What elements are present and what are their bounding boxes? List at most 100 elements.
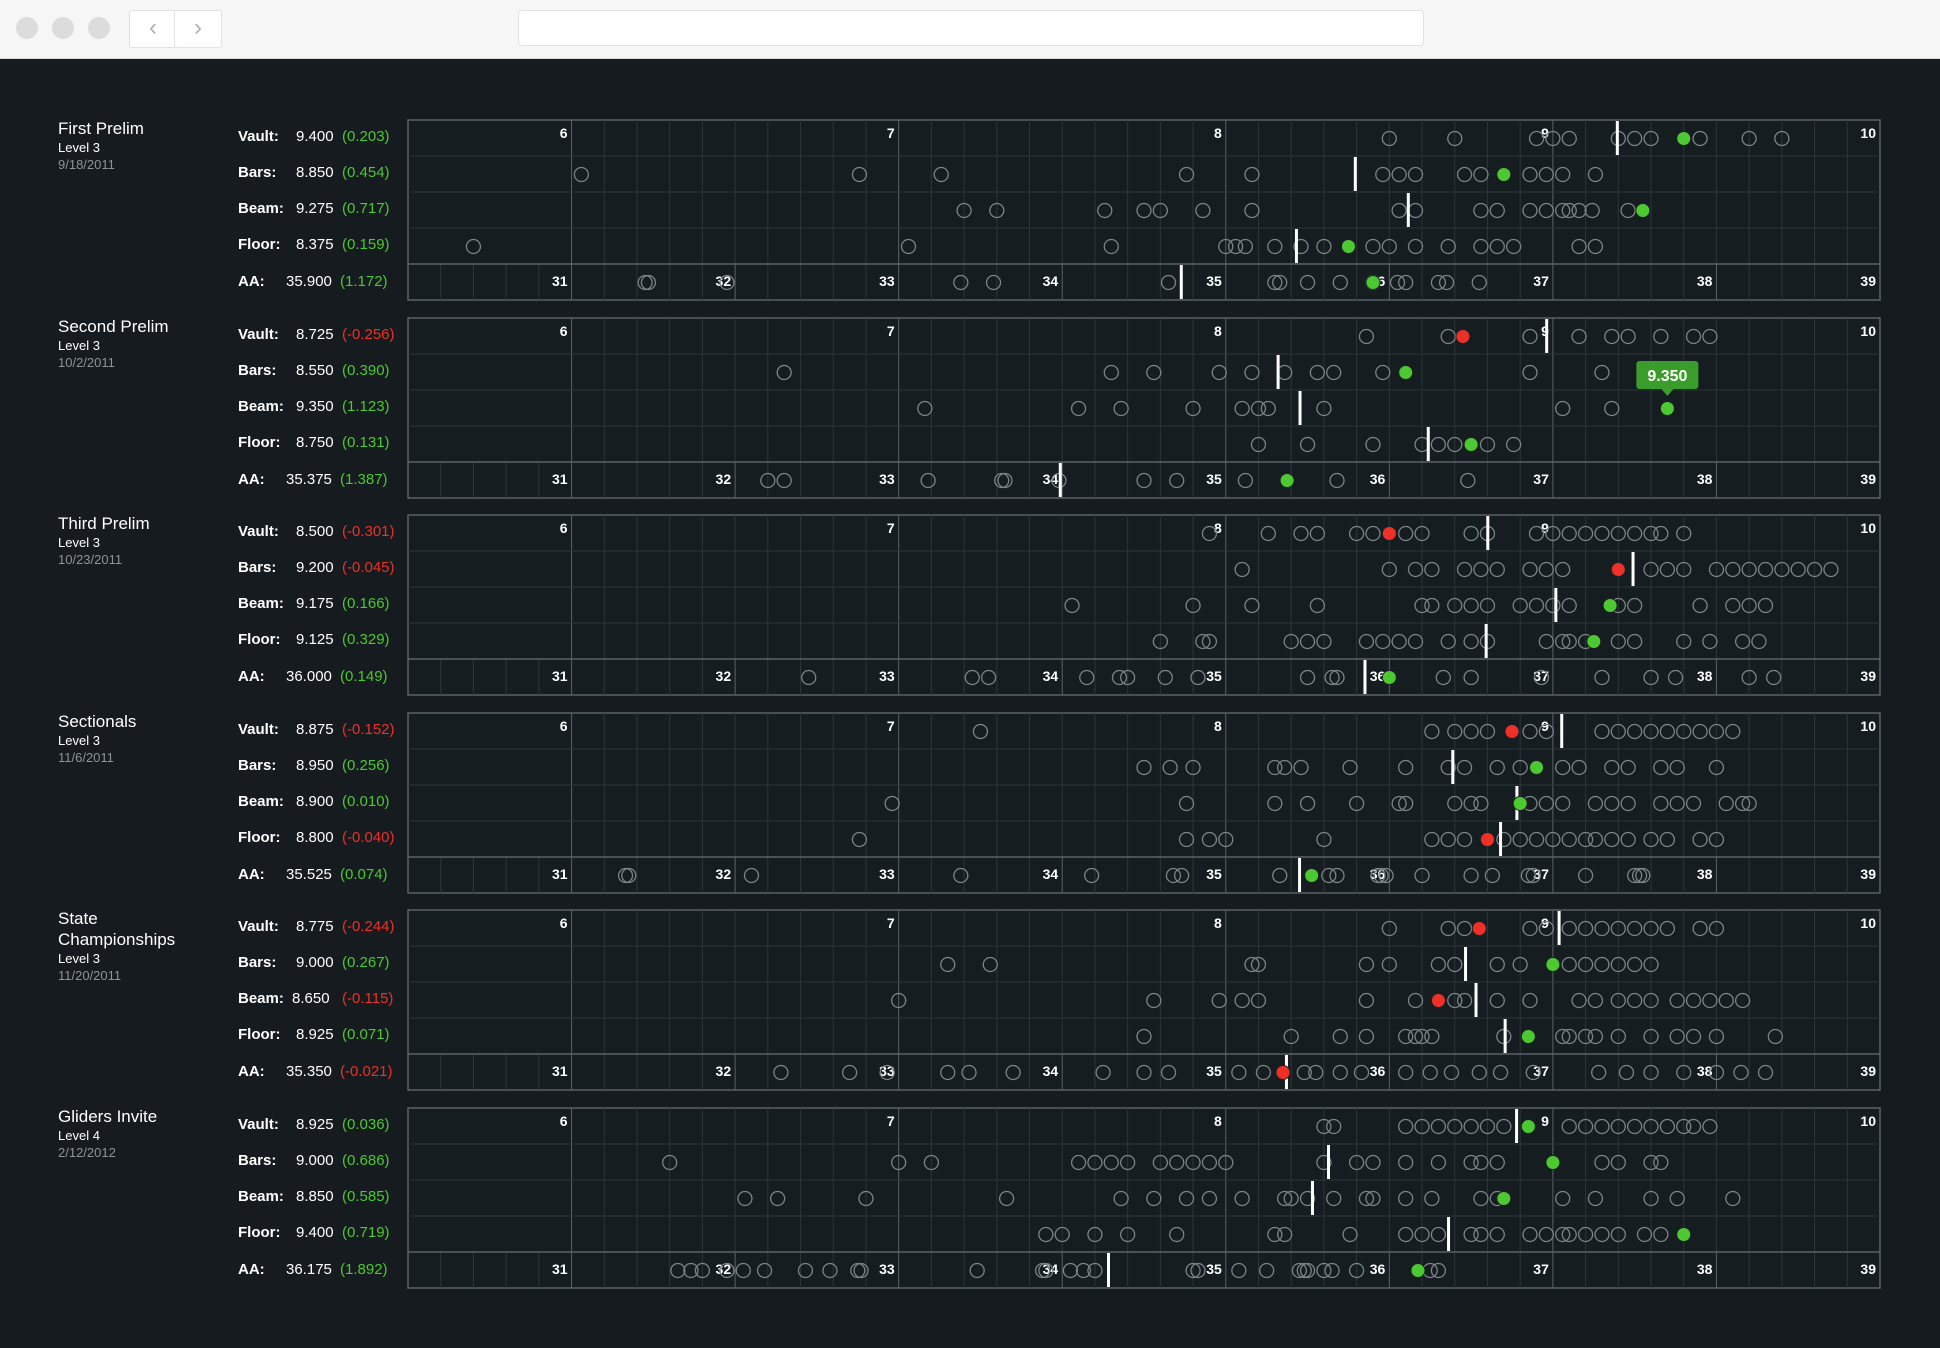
meet-score-plot: 678910313233343536373839 bbox=[407, 711, 1881, 894]
athlete-score-dot bbox=[1304, 867, 1320, 883]
event-tick-label: 6 bbox=[560, 718, 568, 734]
event-tick-label: 7 bbox=[887, 520, 895, 536]
athlete-score-dot bbox=[1340, 239, 1356, 254]
aa-tick-label: 33 bbox=[879, 471, 895, 487]
event-tick-label: 8 bbox=[1214, 718, 1222, 734]
event-score: 9.125 bbox=[296, 631, 334, 648]
aa-tick-label: 35 bbox=[1206, 471, 1222, 487]
event-score: 8.950 bbox=[296, 756, 334, 774]
event-score: 36.175 bbox=[286, 1260, 332, 1278]
event-score: 8.925 bbox=[296, 1115, 334, 1133]
aa-tick-label: 35 bbox=[1206, 273, 1222, 289]
meet-title: Gliders Invite bbox=[58, 1106, 158, 1126]
athlete-score-dot bbox=[1463, 436, 1479, 452]
event-difference: (0.717) bbox=[342, 200, 390, 217]
meet-level: Level 3 bbox=[58, 951, 100, 966]
aa-tick-label: 33 bbox=[879, 866, 895, 882]
close-window-icon[interactable] bbox=[16, 17, 38, 39]
event-tick-label: 7 bbox=[887, 718, 895, 734]
aa-tick-label: 38 bbox=[1697, 1261, 1713, 1277]
aa-tick-label: 32 bbox=[716, 1063, 732, 1079]
event-difference: (0.149) bbox=[340, 668, 388, 685]
event-score: 8.850 bbox=[296, 1187, 334, 1205]
event-tick-label: 10 bbox=[1860, 125, 1876, 141]
forward-button[interactable]: › bbox=[174, 10, 222, 48]
event-tick-label: 8 bbox=[1214, 520, 1222, 536]
event-tick-label: 7 bbox=[887, 1113, 895, 1129]
plot-frame bbox=[407, 119, 1881, 301]
aa-tick-label: 31 bbox=[552, 1063, 568, 1079]
aa-tick-label: 36 bbox=[1370, 471, 1386, 487]
event-name: AA: bbox=[238, 470, 265, 488]
event-name: AA: bbox=[238, 865, 265, 883]
event-difference: (0.390) bbox=[342, 361, 390, 379]
athlete-score-dot bbox=[1520, 1118, 1536, 1134]
athlete-score-dot bbox=[1520, 1029, 1536, 1044]
event-score: 9.175 bbox=[296, 595, 334, 612]
event-tick-label: 7 bbox=[887, 125, 895, 141]
athlete-score-dot bbox=[1279, 472, 1295, 488]
event-score: 36.000 bbox=[286, 668, 332, 685]
event-difference: (-0.021) bbox=[340, 1063, 393, 1080]
event-name: Bars: bbox=[238, 954, 277, 971]
maximize-window-icon[interactable] bbox=[88, 17, 110, 39]
event-name: AA: bbox=[238, 273, 265, 290]
back-button[interactable]: ‹ bbox=[129, 10, 177, 48]
athlete-score-dot bbox=[1610, 562, 1626, 577]
event-score: 8.375 bbox=[296, 236, 334, 253]
meet-score-plot: 678910313233343536373839 bbox=[407, 514, 1881, 696]
event-difference: (0.071) bbox=[342, 1026, 390, 1043]
meet-plot-panel: 678910313233343536373839 bbox=[406, 1106, 1881, 1295]
aa-tick-label: 38 bbox=[1697, 273, 1713, 289]
event-name: Vault: bbox=[238, 128, 279, 145]
meet-plot-panel: 678910313233343536373839 bbox=[406, 513, 1881, 702]
meet-plot-panel: 678910313233343536373839 bbox=[406, 711, 1881, 900]
address-bar[interactable] bbox=[518, 10, 1424, 46]
event-difference: (0.036) bbox=[342, 1115, 390, 1133]
meet-score-plot: 678910313233343536373839 bbox=[407, 119, 1881, 301]
athlete-score-dot bbox=[1381, 670, 1397, 685]
aa-tick-label: 33 bbox=[879, 1261, 895, 1277]
event-name: AA: bbox=[238, 1260, 265, 1278]
athlete-score-dot bbox=[1676, 1226, 1692, 1242]
event-difference: (-0.244) bbox=[342, 918, 395, 935]
athlete-score-dot bbox=[1545, 957, 1561, 972]
event-tick-label: 8 bbox=[1214, 323, 1222, 339]
minimize-window-icon[interactable] bbox=[52, 17, 74, 39]
event-difference: (0.585) bbox=[342, 1187, 390, 1205]
event-name: Vault: bbox=[238, 918, 279, 935]
event-difference: (0.267) bbox=[342, 954, 390, 971]
event-name: AA: bbox=[238, 1063, 265, 1080]
aa-tick-label: 34 bbox=[1043, 273, 1059, 289]
event-score: 9.200 bbox=[296, 559, 334, 576]
aa-tick-label: 38 bbox=[1697, 668, 1713, 684]
athlete-score-dot bbox=[1512, 795, 1528, 811]
aa-tick-label: 32 bbox=[716, 668, 732, 684]
meet-title: Second Prelim bbox=[58, 316, 169, 336]
aa-tick-label: 37 bbox=[1533, 471, 1549, 487]
aa-tick-label: 34 bbox=[1043, 866, 1059, 882]
event-difference: (-0.115) bbox=[342, 990, 394, 1007]
athlete-score-dot bbox=[1410, 1262, 1426, 1278]
browser-toolbar: ‹ › bbox=[0, 0, 1940, 59]
event-tick-label: 8 bbox=[1214, 1113, 1222, 1129]
event-score: 9.275 bbox=[296, 200, 334, 217]
athlete-score-dot bbox=[1381, 526, 1397, 541]
event-difference: (0.454) bbox=[342, 164, 390, 181]
aa-tick-label: 35 bbox=[1206, 1063, 1222, 1079]
aa-tick-label: 39 bbox=[1860, 866, 1876, 882]
aa-tick-label: 31 bbox=[552, 866, 568, 882]
event-tick-label: 6 bbox=[560, 1113, 568, 1129]
athlete-score-dot bbox=[1529, 759, 1545, 775]
event-name: Beam: bbox=[238, 397, 284, 415]
event-difference: (-0.256) bbox=[342, 325, 395, 343]
athlete-score-dot bbox=[1430, 993, 1446, 1008]
athlete-score-dot bbox=[1496, 167, 1512, 182]
meet-date: 10/2/2011 bbox=[58, 354, 115, 370]
event-name: Beam: bbox=[238, 200, 284, 217]
aa-tick-label: 31 bbox=[552, 471, 568, 487]
event-score: 8.750 bbox=[296, 433, 334, 451]
event-difference: (0.719) bbox=[342, 1223, 390, 1241]
meet-level: Level 3 bbox=[58, 140, 100, 155]
event-difference: (0.203) bbox=[342, 128, 390, 145]
